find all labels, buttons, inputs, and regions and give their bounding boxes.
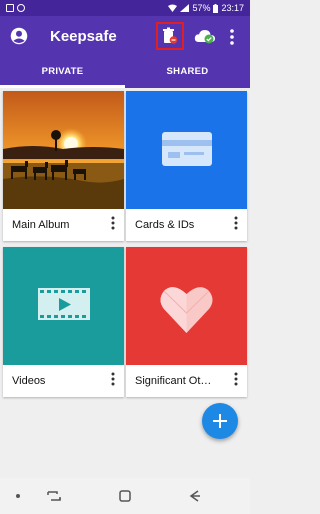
tab-indicator	[0, 85, 125, 88]
film-play-icon	[38, 288, 90, 320]
tab-bar: PRIVATE SHARED	[0, 60, 250, 88]
more-vert-icon[interactable]	[110, 371, 116, 387]
back-icon[interactable]	[186, 488, 202, 504]
album-label: Videos	[12, 375, 46, 387]
trash-button[interactable]	[156, 22, 184, 50]
dot-icon[interactable]	[10, 488, 26, 504]
notification-icon	[17, 4, 25, 12]
tab-shared[interactable]: SHARED	[125, 60, 250, 88]
system-nav-bar	[0, 478, 250, 514]
card-icon	[162, 132, 212, 166]
tab-private[interactable]: PRIVATE	[0, 60, 125, 88]
album-card-cards[interactable]: Cards & IDs	[126, 91, 247, 241]
album-thumbnail	[3, 247, 124, 365]
app-bar: Keepsafe	[0, 16, 250, 60]
recent-apps-icon[interactable]	[46, 488, 62, 504]
more-vert-icon[interactable]	[233, 215, 239, 231]
album-thumbnail	[3, 91, 124, 209]
trash-icon	[163, 27, 178, 44]
album-card-videos[interactable]: Videos	[3, 247, 124, 397]
notification-icon	[6, 4, 14, 12]
status-bar: 57% 23:17	[0, 0, 250, 16]
more-vert-icon[interactable]	[229, 28, 235, 46]
battery-percent: 57%	[192, 3, 211, 13]
signal-icon	[180, 4, 190, 12]
battery-icon	[213, 3, 219, 13]
album-thumbnail	[126, 91, 247, 209]
heart-icon	[160, 287, 213, 333]
home-icon[interactable]	[117, 488, 133, 504]
app-title: Keepsafe	[50, 28, 117, 45]
wifi-icon	[168, 4, 178, 12]
status-time: 23:17	[221, 3, 244, 13]
status-right: 57% 23:17	[168, 3, 244, 13]
album-card-main[interactable]: Main Album	[3, 91, 124, 241]
album-label: Cards & IDs	[135, 219, 195, 231]
album-label: Main Album	[12, 219, 70, 231]
plus-icon	[213, 414, 227, 428]
album-card-significant-other[interactable]: Significant Ot…	[126, 247, 247, 397]
account-circle-icon[interactable]	[10, 27, 28, 45]
more-vert-icon[interactable]	[110, 215, 116, 231]
savanna-sunset-photo	[3, 91, 124, 209]
more-vert-icon[interactable]	[233, 371, 239, 387]
status-left	[6, 4, 25, 12]
album-thumbnail	[126, 247, 247, 365]
cloud-check-icon[interactable]	[194, 28, 216, 44]
album-label: Significant Ot…	[135, 375, 212, 387]
add-fab-button[interactable]	[202, 403, 238, 439]
